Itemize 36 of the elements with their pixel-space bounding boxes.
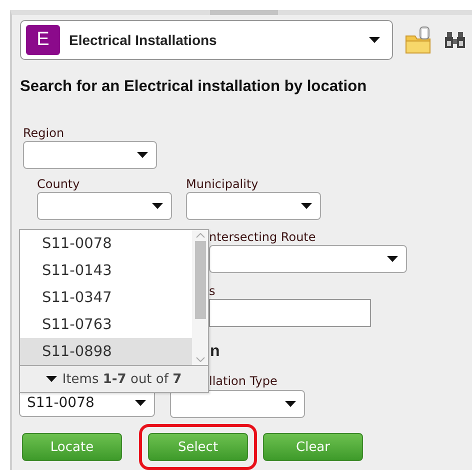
- type-label: llation Type: [209, 374, 278, 388]
- county-select[interactable]: [37, 192, 172, 220]
- scroll-down-icon[interactable]: [196, 357, 204, 362]
- scrollbar[interactable]: [192, 230, 208, 365]
- dropdown-caret-icon: [137, 152, 148, 158]
- list-item[interactable]: S11-0143: [20, 257, 192, 284]
- folder-lock-icon[interactable]: [405, 26, 431, 54]
- dropdown-caret-icon: [152, 203, 163, 209]
- layer-badge: E: [26, 25, 60, 55]
- dropdown-caret-icon: [135, 400, 146, 406]
- splitter-handle[interactable]: [210, 10, 278, 15]
- municipality-label: Municipality: [186, 177, 260, 191]
- route-select[interactable]: [209, 245, 407, 273]
- layer-select[interactable]: E Electrical Installations: [20, 20, 393, 60]
- region-select[interactable]: [23, 141, 157, 169]
- list-item[interactable]: S11-0347: [20, 284, 192, 311]
- dropdown-caret-icon: [285, 401, 296, 407]
- binoculars-icon[interactable]: [445, 31, 465, 49]
- items-count: Items 1-7 out of 7: [62, 372, 182, 386]
- dropdown-caret-icon: [387, 256, 398, 262]
- expand-caret-icon: [46, 376, 58, 382]
- county-label: County: [37, 177, 81, 191]
- list-item[interactable]: S11-0898: [20, 338, 192, 365]
- list-item[interactable]: S11-0078: [20, 230, 192, 257]
- list-item[interactable]: S11-0763: [20, 311, 192, 338]
- section-heading: n: [210, 343, 221, 362]
- input-field[interactable]: [209, 299, 371, 327]
- type-select[interactable]: [170, 390, 305, 418]
- region-label: Region: [23, 126, 66, 140]
- municipality-select[interactable]: [186, 192, 321, 220]
- dropdown-caret-icon: [301, 203, 312, 209]
- search-heading: Search for an Electrical installation by location: [20, 78, 368, 96]
- field-label: s: [209, 284, 216, 298]
- scroll-up-icon[interactable]: [196, 233, 204, 238]
- route-label: ntersecting Route: [209, 230, 317, 244]
- dropdown-caret-icon: [369, 37, 380, 43]
